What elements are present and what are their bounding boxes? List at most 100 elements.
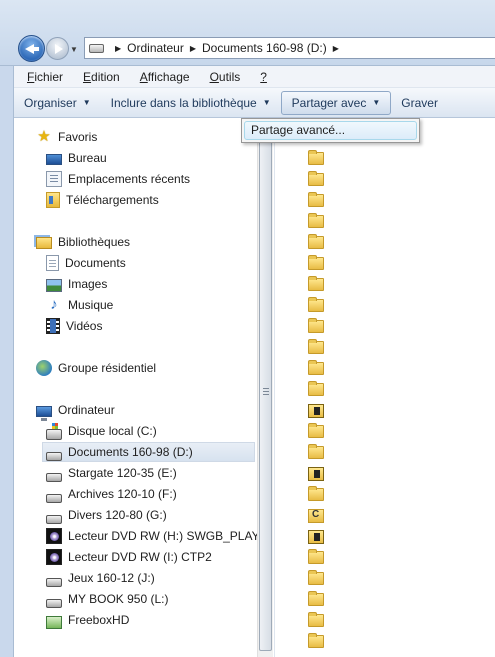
back-arrow-icon[interactable]: [18, 35, 45, 62]
menu-fichier[interactable]: Fichier: [14, 70, 70, 84]
folder-icon[interactable]: [308, 255, 324, 270]
dvd-disc-icon: [46, 549, 62, 565]
video-folder-icon[interactable]: [308, 467, 324, 481]
menu-rest: ichier: [34, 69, 64, 84]
nav-item-drive-i[interactable]: Lecteur DVD RW (I:) CTP2: [46, 547, 286, 567]
folder-icon[interactable]: [308, 192, 324, 207]
folder-icon[interactable]: [308, 612, 324, 627]
nav-item-music[interactable]: ♪ Musique: [46, 295, 286, 315]
nav-item-drive-g[interactable]: Divers 120-80 (G:): [46, 505, 286, 525]
nav-libraries[interactable]: Bibliothèques: [36, 232, 276, 252]
menu-outils[interactable]: Outils: [197, 70, 248, 84]
folder-icon[interactable]: [308, 549, 324, 564]
share-with-button[interactable]: Partager avec ▼: [280, 90, 392, 115]
dvd-disc-icon: [46, 528, 62, 544]
folder-icon[interactable]: [308, 591, 324, 606]
file-list-pane[interactable]: [274, 119, 495, 657]
nav-libraries-label: Bibliothèques: [58, 235, 131, 249]
menu-edition[interactable]: Edition: [70, 70, 127, 84]
navigation-scrollbar[interactable]: [257, 119, 273, 657]
burn-button[interactable]: Graver: [391, 91, 448, 115]
folder-icon[interactable]: [308, 423, 324, 438]
menu-affichage[interactable]: Affichage: [127, 70, 197, 84]
folder-icon[interactable]: [308, 150, 324, 165]
folder-icon[interactable]: [308, 213, 324, 228]
folder-icon[interactable]: [308, 570, 324, 585]
libraries-icon: [36, 237, 52, 249]
menu-rest: ffichage: [147, 69, 190, 84]
nav-item-label: Lecteur DVD RW (I:) CTP2: [68, 550, 212, 564]
video-folder-icon[interactable]: [308, 530, 324, 544]
organize-button[interactable]: Organiser ▼: [14, 91, 101, 115]
breadcrumb-chevron-icon[interactable]: ▶: [190, 44, 196, 53]
nav-favorites[interactable]: ★ Favoris: [36, 127, 276, 147]
breadcrumb-chevron-icon[interactable]: ▶: [115, 44, 121, 53]
breadcrumb-drive-d[interactable]: Documents 160-98 (D:): [202, 41, 327, 55]
folder-icon[interactable]: [308, 486, 324, 501]
folder-icon[interactable]: [308, 360, 324, 375]
address-bar[interactable]: ▶ Ordinateur ▶ Documents 160-98 (D:) ▶: [84, 37, 495, 59]
chevron-down-icon: ▼: [262, 98, 271, 107]
window-titlebar: ▼ ▶ Ordinateur ▶ Documents 160-98 (D:) ▶: [0, 0, 495, 66]
window-left-border: [0, 66, 14, 657]
hard-drive-icon: [46, 451, 62, 461]
chevron-down-icon: ▼: [372, 98, 381, 107]
nav-item-drive-j[interactable]: Jeux 160-12 (J:): [46, 568, 286, 588]
nav-item-images[interactable]: Images: [46, 274, 286, 294]
folder-icon[interactable]: [308, 276, 324, 291]
nav-item-freeboxhd[interactable]: FreeboxHD: [46, 610, 286, 630]
picture-icon: [46, 278, 62, 292]
folder-icon[interactable]: [308, 318, 324, 333]
forward-arrow-icon[interactable]: [46, 37, 69, 60]
folder-icon[interactable]: [308, 297, 324, 312]
folder-icon[interactable]: [308, 171, 324, 186]
menu-help[interactable]: ?: [247, 70, 274, 84]
music-note-icon: ♪: [50, 296, 58, 313]
folder-icon[interactable]: [308, 633, 324, 648]
nav-item-drive-d[interactable]: Documents 160-98 (D:): [42, 442, 255, 462]
recent-places-icon: [46, 171, 62, 187]
nav-item-label: Jeux 160-12 (J:): [68, 571, 155, 585]
folder-icon[interactable]: [308, 381, 324, 396]
nav-item-label: FreeboxHD: [68, 613, 130, 627]
nav-computer[interactable]: Ordinateur: [36, 400, 276, 421]
nav-item-label: Archives 120-10 (F:): [68, 487, 177, 501]
nav-item-drive-e[interactable]: Stargate 120-35 (E:): [46, 463, 286, 483]
organize-label: Organiser: [24, 95, 77, 110]
share-with-label: Partager avec: [291, 95, 367, 110]
nav-item-label: Disque local (C:): [68, 424, 157, 438]
nav-item-label: Documents 160-98 (D:): [68, 445, 193, 459]
recent-pages-chevron-icon[interactable]: ▼: [70, 45, 78, 54]
nav-item-recent-places[interactable]: Emplacements récents: [46, 169, 286, 189]
nav-item-drive-l[interactable]: MY BOOK 950 (L:): [46, 589, 286, 609]
nav-item-drive-h[interactable]: Lecteur DVD RW (H:) SWGB_PLAY: [46, 526, 286, 546]
scrollbar-thumb[interactable]: [259, 121, 272, 651]
breadcrumb-computer[interactable]: Ordinateur: [127, 41, 184, 55]
menu-bar: Fichier Edition Affichage Outils ?: [14, 66, 495, 88]
music-folder-icon[interactable]: [308, 404, 324, 418]
nav-item-drive-f[interactable]: Archives 120-10 (F:): [46, 484, 286, 504]
folder-icon[interactable]: [308, 339, 324, 354]
nav-item-downloads[interactable]: Téléchargements: [46, 190, 286, 210]
nav-item-label: MY BOOK 950 (L:): [68, 592, 169, 606]
nav-favorites-label: Favoris: [58, 130, 98, 144]
folder-icon[interactable]: [308, 444, 324, 459]
nav-item-label: Emplacements récents: [68, 172, 191, 186]
nav-item-drive-c[interactable]: Disque local (C:): [46, 421, 286, 441]
menu-item-advanced-sharing[interactable]: Partage avancé...: [244, 121, 417, 140]
chevron-down-icon: ▼: [82, 98, 91, 107]
hard-drive-icon: [46, 493, 62, 503]
breadcrumb-chevron-icon[interactable]: ▶: [333, 44, 339, 53]
film-strip-icon: [46, 318, 60, 334]
homegroup-icon: [36, 360, 52, 376]
nav-item-documents[interactable]: Documents: [46, 253, 286, 273]
hard-drive-icon: [46, 598, 62, 608]
nav-item-desktop[interactable]: Bureau: [46, 148, 286, 168]
hard-drive-icon: [46, 472, 62, 482]
nav-homegroup[interactable]: Groupe résidentiel: [36, 358, 276, 378]
folder-icon[interactable]: [308, 234, 324, 249]
document-icon: [46, 255, 59, 271]
include-library-button[interactable]: Inclure dans la bibliothèque ▼: [101, 91, 281, 115]
nav-item-videos[interactable]: Vidéos: [46, 316, 286, 336]
drive-folder-icon[interactable]: [308, 509, 324, 523]
